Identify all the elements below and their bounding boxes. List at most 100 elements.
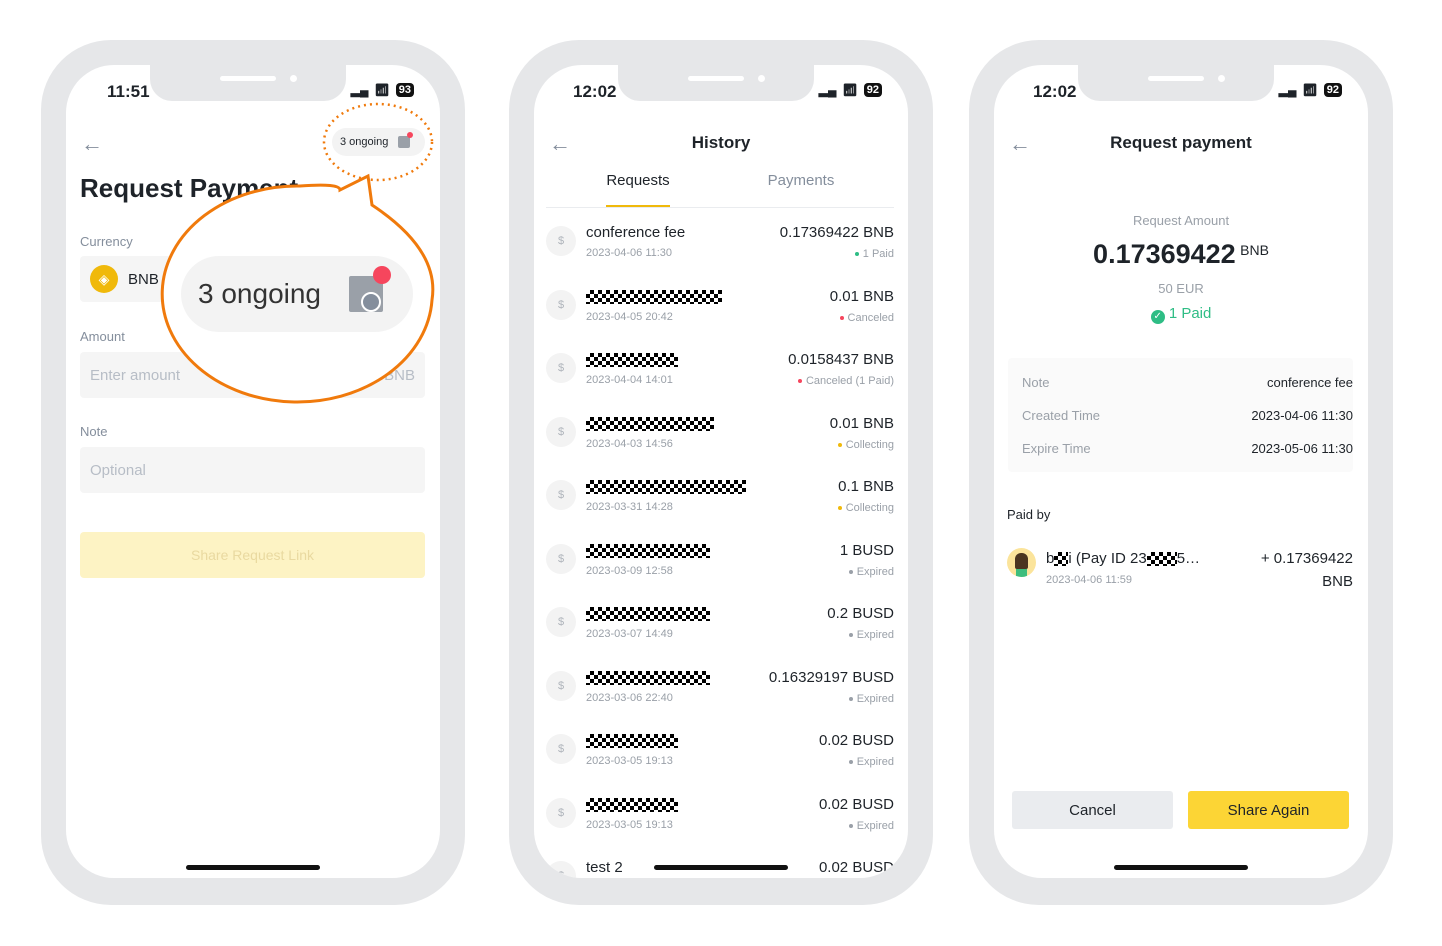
- row-status: Expired: [848, 566, 894, 578]
- notch: [1078, 65, 1274, 101]
- signal-icon: ▂▄: [818, 83, 837, 97]
- detail-value: conference fee: [1266, 375, 1353, 390]
- row-status: Collecting: [837, 439, 894, 451]
- status-dot: [848, 823, 853, 828]
- row-date: 2023-03-05 19:13: [586, 755, 673, 767]
- redacted-name: [586, 797, 678, 812]
- redacted-name: [586, 353, 678, 368]
- row-amount: 0.2 BUSD: [827, 605, 894, 622]
- request-icon: $: [546, 543, 576, 574]
- request-icon: $: [546, 607, 576, 637]
- detail-created: Created Time 2023-04-06 11:30: [1022, 408, 1353, 423]
- row-status-text: 1 Paid: [862, 248, 894, 260]
- table-row[interactable]: $ 2023-03-31 14:28 0.1 BNB Collecting: [546, 476, 894, 539]
- detail-value: 2023-05-06 11:30: [1251, 441, 1353, 456]
- fiat-value: 50 EUR: [1158, 281, 1204, 296]
- share-again-button[interactable]: Share Again: [1188, 791, 1349, 829]
- table-row[interactable]: $ 2023-03-05 19:13 0.02 BUSD Expired: [546, 794, 894, 857]
- row-date: 2023-03-09 12:58: [586, 564, 673, 577]
- row-date: 2023-04-04 14:01: [586, 374, 673, 386]
- row-date: 2023-04-03 14:56: [586, 437, 673, 450]
- request-icon: $: [546, 670, 576, 701]
- request-amount: 0.17369422 BNB: [994, 239, 1368, 270]
- cancel-button[interactable]: Cancel: [1012, 791, 1173, 829]
- row-name-wrap: [586, 288, 722, 305]
- request-icon: $: [546, 226, 576, 256]
- details-card: Note conference fee Created Time 2023-04-0…: [1008, 358, 1353, 472]
- detail-expire: Expire Time 2023-05-06 11:30: [1022, 441, 1353, 456]
- screen: 12:02 ▂▄ 📶︎ 92 ← Request payment Request A…: [994, 65, 1368, 878]
- row-status: Expired: [848, 629, 894, 641]
- phone-history: 12:02 ▂▄ 📶︎ 92 ← History Requests Payments…: [509, 40, 933, 905]
- callout-pill-zoomed: 3 ongoing: [181, 256, 413, 332]
- payer-name: b i (Pay ID 23 5…: [1046, 550, 1200, 567]
- phone-request-detail: 12:02 ▂▄ 📶︎ 92 ← Request payment Request A…: [969, 40, 1393, 905]
- page-title: History: [691, 133, 751, 152]
- status-dot: [837, 442, 842, 447]
- battery-icon: 92: [863, 83, 882, 97]
- payer-amount: + 0.17369422: [1260, 550, 1353, 567]
- detail-key: Note: [1022, 375, 1050, 390]
- screen: 12:02 ▂▄ 📶︎ 92 ← History Requests Payments…: [534, 65, 908, 878]
- status-dot: [848, 633, 853, 638]
- redacted-name: [586, 543, 710, 558]
- tab-requests[interactable]: Requests: [574, 172, 702, 208]
- amount-unit: BNB: [1240, 242, 1269, 258]
- status-time: 12:02: [573, 82, 617, 101]
- row-status-text: Canceled: [847, 311, 894, 324]
- highlight-dotted-ellipse: [322, 102, 434, 182]
- detail-key: Expire Time: [1022, 441, 1091, 456]
- row-status-text: Expired: [856, 692, 894, 705]
- redacted-name: [586, 480, 746, 495]
- row-name: test 2: [586, 859, 623, 876]
- payer-name-mid: i (Pay ID 23: [1068, 550, 1147, 567]
- detail-value: 2023-04-06 11:30: [1251, 408, 1353, 423]
- table-row[interactable]: $ 2023-03-06 22:40 0.16329197 BUSD Expir…: [546, 667, 894, 730]
- status-dot: [797, 379, 802, 384]
- paid-status-text: 1 Paid: [1168, 305, 1212, 322]
- table-row[interactable]: $ 2023-03-05 19:13 0.02 BUSD Expired: [546, 730, 894, 793]
- row-amount: 1 BUSD: [839, 541, 894, 559]
- request-icon: $: [546, 797, 576, 828]
- status-dot: [848, 696, 853, 701]
- row-amount: 0.1 BNB: [838, 478, 894, 495]
- table-row[interactable]: $ 2023-03-07 14:49 0.2 BUSD Expired: [546, 603, 894, 666]
- amount-value: 0.17369422: [1093, 239, 1236, 269]
- request-icon: $: [546, 289, 576, 320]
- payer-date: 2023-04-06 11:59: [1046, 574, 1133, 586]
- paid-status: ✓ 1 Paid: [994, 305, 1368, 324]
- row-status: 1 Paid: [854, 248, 894, 260]
- row-amount: 0.01 BNB: [829, 287, 894, 305]
- row-status: Expired: [848, 820, 894, 832]
- request-icon: $: [546, 861, 576, 878]
- table-row[interactable]: $ 2023-03-09 12:58 1 BUSD Expired: [546, 540, 894, 603]
- row-name-wrap: [586, 542, 710, 559]
- redacted-name: [586, 670, 710, 685]
- callout-text: 3 ongoing: [198, 278, 322, 309]
- redacted-name: [586, 289, 722, 304]
- redacted-name: [586, 734, 678, 749]
- row-date: 2023-04-05 20:42: [586, 310, 673, 323]
- page-title: Request payment: [1110, 133, 1252, 152]
- tab-payments[interactable]: Payments: [737, 172, 865, 189]
- table-row[interactable]: $ 2023-04-03 14:56 0.01 BNB Collecting: [546, 413, 894, 476]
- table-row[interactable]: $ conference fee 2023-04-06 11:30 0.1736…: [546, 222, 894, 285]
- row-name-wrap: test 2: [586, 859, 623, 876]
- row-name-wrap: [586, 669, 710, 686]
- status-dot: [839, 315, 844, 320]
- status-icons: ▂▄ 📶︎ 92: [819, 83, 882, 97]
- paid-by-label: Paid by: [1007, 507, 1051, 522]
- redacted-name: [586, 607, 710, 622]
- tab-label: Requests: [606, 172, 670, 189]
- home-indicator: [654, 865, 788, 870]
- home-indicator: [1114, 865, 1248, 870]
- tab-label: Payments: [767, 172, 835, 189]
- request-icon: $: [546, 480, 576, 510]
- battery-icon: 92: [1323, 83, 1342, 97]
- row-date: 2023-04-06 11:30: [586, 247, 673, 259]
- table-row[interactable]: $ 2023-04-05 20:42 0.01 BNB Canceled: [546, 286, 894, 349]
- row-date: 2023-03-05 19:13: [586, 818, 673, 831]
- row-date: 2023-03-31 14:28: [586, 501, 673, 513]
- payer-row[interactable]: b i (Pay ID 23 5… 2023-04-06 11:59 + 0.173…: [1007, 546, 1353, 596]
- table-row[interactable]: $ 2023-04-04 14:01 0.0158437 BNB Cancele…: [546, 349, 894, 412]
